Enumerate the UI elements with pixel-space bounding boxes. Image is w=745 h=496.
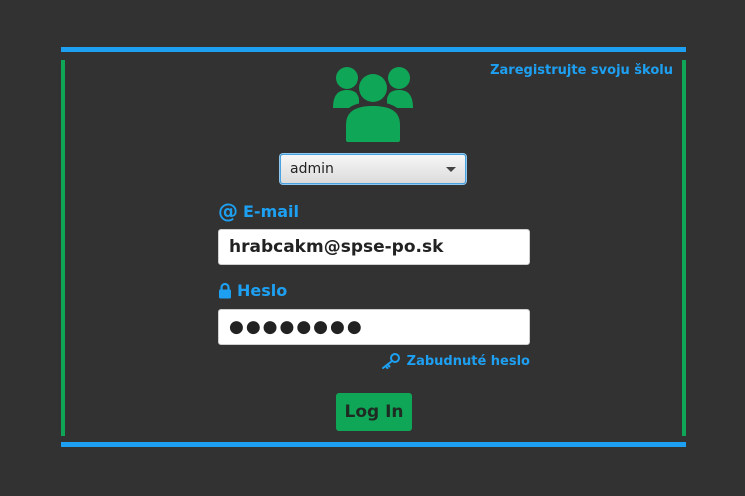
frame-top-border (61, 47, 686, 52)
email-field[interactable] (218, 229, 530, 265)
password-field[interactable] (218, 309, 530, 345)
frame-left-border (61, 60, 65, 436)
password-label-text: Heslo (237, 281, 288, 300)
forgot-password-link[interactable]: Zabudnuté heslo (381, 352, 530, 370)
email-label-text: E-mail (243, 201, 300, 221)
key-icon (381, 353, 400, 369)
lock-icon (219, 282, 231, 299)
role-select-value: admin (290, 161, 334, 177)
register-school-link[interactable]: Zaregistrujte svoju školu (490, 63, 673, 78)
frame-bottom-border (61, 442, 686, 447)
role-select[interactable]: admin (280, 154, 466, 184)
chevron-down-icon[interactable] (446, 167, 456, 172)
password-label: Heslo (218, 281, 287, 300)
at-icon: @ (218, 199, 238, 223)
frame-right-border (682, 60, 686, 436)
login-button[interactable]: Log In (336, 393, 412, 431)
email-label: @ E-mail (218, 201, 299, 221)
forgot-password-label: Zabudnuté heslo (406, 353, 530, 369)
users-group-icon (333, 67, 413, 142)
